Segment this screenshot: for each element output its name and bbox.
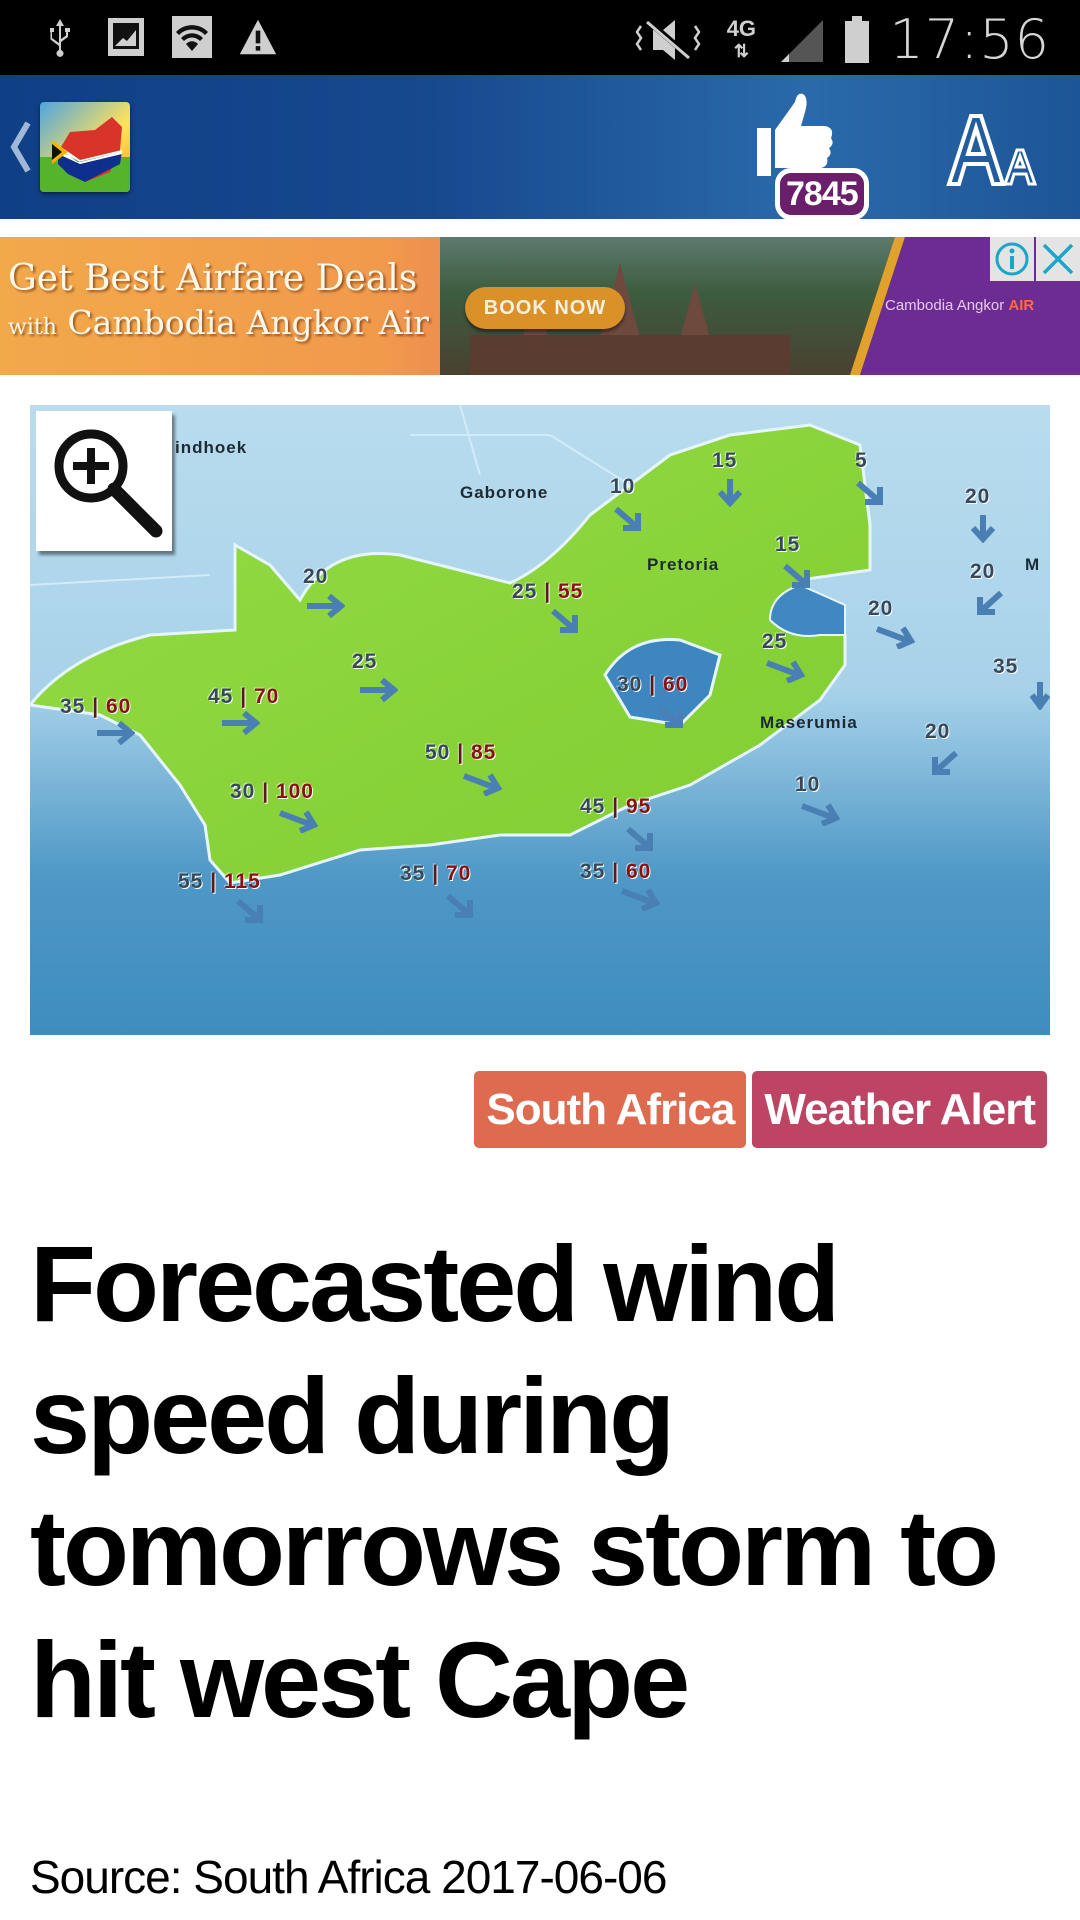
city-label-gaborone: Gaborone: [460, 483, 549, 502]
wind-arrow-icon: [614, 506, 641, 531]
wind-label: 25 | 55: [512, 580, 584, 603]
wind-arrow-icon: [278, 810, 318, 833]
like-count-badge: 7845: [775, 168, 869, 220]
tag-list: South Africa Weather Alert: [474, 1071, 1047, 1148]
wind-arrow-icon: [656, 703, 683, 728]
city-label-maputo: M: [1025, 555, 1041, 574]
wind-label: 35 | 60: [580, 860, 652, 883]
ad-brand-logo: Cambodia Angkor AIR: [885, 297, 1035, 314]
wind-arrow-icon: [765, 660, 805, 683]
article-title: Forecasted wind speed during tomorrows s…: [30, 1223, 999, 1740]
wind-label: 15: [712, 449, 738, 472]
wind-label: 20: [303, 565, 329, 588]
zoom-in-icon: [54, 429, 163, 538]
wifi-icon: [172, 14, 212, 60]
ad-info-button[interactable]: [990, 237, 1034, 281]
wind-label: 25: [352, 650, 378, 673]
back-button[interactable]: [8, 119, 34, 175]
wind-label: 20: [868, 597, 894, 620]
like-button[interactable]: 7845: [745, 90, 875, 220]
city-label-windhoek: indhoek: [175, 438, 248, 457]
wind-label: 30 | 60: [617, 673, 689, 696]
chevron-left-icon: [10, 121, 31, 173]
wind-arrow-icon: [462, 773, 502, 796]
ad-headline: Get Best Airfare Deals with Cambodia Ang…: [8, 258, 429, 342]
info-icon: [995, 242, 1029, 276]
wind-arrow-icon: [1030, 682, 1050, 710]
font-size-button[interactable]: [945, 110, 1045, 190]
wind-label: 20: [965, 485, 991, 508]
status-bar: 4G ⇅ 17:56: [0, 0, 1080, 75]
wind-arrow-icon: [97, 720, 135, 746]
wind-arrow-icon: [307, 593, 345, 619]
wind-arrow-icon: [783, 563, 810, 588]
wind-arrow-icon: [977, 590, 1004, 615]
wind-label: 35 | 70: [400, 862, 472, 885]
wind-arrow-icon: [360, 677, 398, 703]
warning-icon: [238, 14, 278, 60]
wind-arrow-icon: [236, 898, 263, 923]
ad-book-now-button[interactable]: BOOK NOW: [465, 287, 625, 329]
wind-arrow-icon: [875, 626, 915, 649]
wind-label: 20: [970, 560, 996, 583]
ad-banner[interactable]: Cambodia Angkor AIR Get Best Airfare Dea…: [0, 237, 1080, 375]
tag-south-africa[interactable]: South Africa: [474, 1071, 747, 1148]
wind-label: 35: [993, 655, 1019, 678]
wind-arrow-icon: [970, 515, 996, 543]
signal-icon: [779, 17, 825, 63]
wind-arrow-icon: [222, 710, 260, 736]
battery-icon: [843, 15, 871, 63]
wind-arrow-icon: [620, 888, 660, 911]
tag-weather-alert[interactable]: Weather Alert: [752, 1071, 1047, 1148]
wind-label: 5: [855, 449, 868, 472]
close-icon: [1042, 243, 1074, 275]
city-label-pretoria: Pretoria: [647, 555, 720, 574]
app-logo[interactable]: [40, 102, 130, 192]
wind-arrow-icon: [446, 893, 473, 918]
vibrate-mute-icon: [633, 17, 703, 63]
4g-data-icon: 4G ⇅: [726, 15, 757, 61]
wind-arrow-icon: [800, 803, 840, 826]
wind-arrow-icon: [717, 479, 743, 507]
wind-label: 45 | 95: [580, 795, 652, 818]
wind-forecast-map[interactable]: indhoek Gaborone Pretoria Maserumia M 15…: [30, 405, 1050, 1035]
wind-label: 45 | 70: [208, 685, 280, 708]
wind-label: 10: [795, 773, 821, 796]
wind-arrow-icon: [551, 608, 578, 633]
city-label-maserumia: Maserumia: [760, 713, 858, 732]
wind-label: 35 | 60: [60, 695, 132, 718]
app-header: 7845: [0, 75, 1080, 220]
wind-label: 25: [762, 630, 788, 653]
wind-label: 15: [775, 533, 801, 556]
wind-label: 10: [610, 475, 636, 498]
wind-label: 30 | 100: [230, 780, 314, 803]
zoom-in-button[interactable]: [36, 411, 172, 551]
usb-icon: [40, 14, 80, 60]
wind-label: 20: [925, 720, 951, 743]
wind-label: 50 | 85: [425, 741, 497, 764]
wind-arrow-icon: [856, 480, 883, 505]
font-size-icon: [946, 114, 1038, 186]
thumbs-up-icon: [757, 93, 833, 176]
article-source: Source: South Africa 2017-06-06: [30, 1851, 667, 1903]
wind-label: 55 | 115: [178, 870, 261, 893]
wind-arrow-icon: [626, 826, 653, 851]
clock: 17:56: [889, 8, 1050, 71]
screenshot-icon: [106, 14, 146, 60]
ad-close-button[interactable]: [1036, 237, 1080, 281]
wind-arrow-icon: [932, 750, 959, 775]
